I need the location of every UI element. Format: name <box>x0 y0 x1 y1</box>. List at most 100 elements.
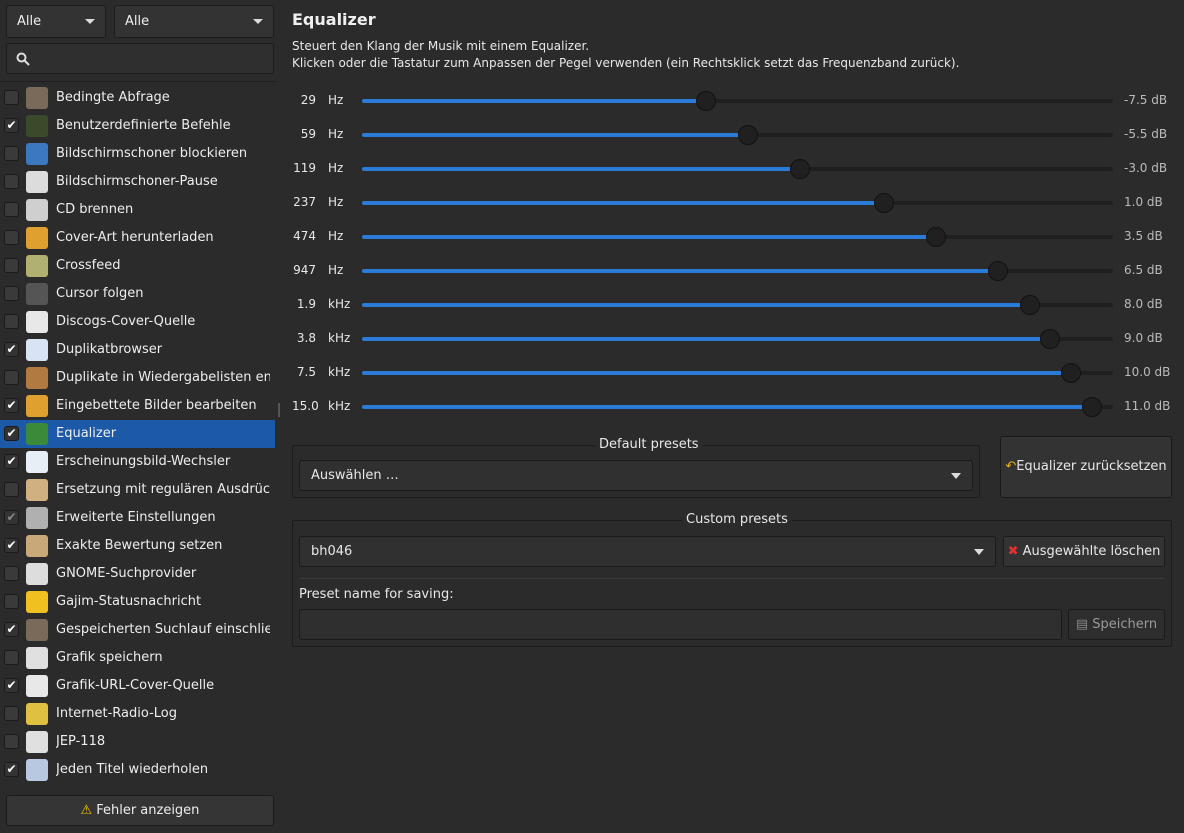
band-slider-knob[interactable] <box>926 227 946 247</box>
band-slider[interactable] <box>362 159 1113 179</box>
plugin-list-item[interactable]: Internet-Radio-Log <box>0 700 275 728</box>
band-slider-fill <box>362 405 1092 409</box>
plugin-list-item[interactable]: ✔ Erscheinungsbild-Wechsler <box>0 448 275 476</box>
equalizer-band: 947 Hz 6.5 dB <box>282 253 1184 287</box>
band-slider[interactable] <box>362 91 1113 111</box>
band-slider[interactable] <box>362 295 1113 315</box>
plugin-checkbox[interactable]: ✔ <box>4 622 19 637</box>
band-frequency: 237 <box>293 195 316 209</box>
band-slider[interactable] <box>362 125 1113 145</box>
band-slider[interactable] <box>362 397 1113 417</box>
band-slider[interactable] <box>362 193 1113 213</box>
plugin-checkbox[interactable] <box>4 174 19 189</box>
search-input[interactable] <box>6 43 274 74</box>
filter-dropdown-2-value: Alle <box>125 14 150 29</box>
plugin-list-item[interactable]: Discogs-Cover-Quelle <box>0 308 275 336</box>
band-slider[interactable] <box>362 329 1113 349</box>
list-scrollbar[interactable] <box>278 403 280 417</box>
plugin-checkbox[interactable] <box>4 230 19 245</box>
band-gain-label: 11.0 dB <box>1124 399 1171 413</box>
image-download-icon <box>26 227 48 249</box>
plugin-list-item[interactable]: CD brennen <box>0 196 275 224</box>
plugin-list-item[interactable]: Cover-Art herunterladen <box>0 224 275 252</box>
band-slider-knob[interactable] <box>738 125 758 145</box>
plugin-list-item[interactable]: Bildschirmschoner-Pause <box>0 168 275 196</box>
show-errors-button[interactable]: ⚠ Fehler anzeigen <box>6 795 274 826</box>
speaker-icon <box>26 255 48 277</box>
plugin-list-item[interactable]: ✔ Gespeicherten Suchlauf einschließ… <box>0 616 275 644</box>
band-unit: kHz <box>328 365 351 379</box>
custom-presets-select[interactable]: bh046 <box>299 536 996 567</box>
plugin-checkbox[interactable] <box>4 370 19 385</box>
plugin-list-item[interactable]: ✔ Equalizer <box>0 420 275 448</box>
plugin-checkbox[interactable]: ✔ <box>4 398 19 413</box>
plugin-list-item[interactable]: Crossfeed <box>0 252 275 280</box>
plugin-checkbox[interactable] <box>4 258 19 273</box>
default-presets-value: Auswählen … <box>311 468 399 483</box>
plugin-list-item[interactable]: ✔ Jeden Titel wiederholen <box>0 756 275 784</box>
reset-equalizer-button[interactable]: ↶Equalizer zurücksetzen <box>1000 436 1172 498</box>
delete-selected-button[interactable]: ✖ Ausgewählte löschen <box>1003 536 1165 567</box>
plugin-list-item[interactable]: Grafik speichern <box>0 644 275 672</box>
plugin-checkbox[interactable] <box>4 594 19 609</box>
plugin-checkbox[interactable]: ✔ <box>4 510 19 525</box>
plugin-list-item[interactable]: JEP-118 <box>0 728 275 756</box>
band-slider-knob[interactable] <box>1061 363 1081 383</box>
plugin-checkbox[interactable] <box>4 314 19 329</box>
plugin-checkbox[interactable]: ✔ <box>4 538 19 553</box>
plugin-checkbox[interactable] <box>4 90 19 105</box>
plugin-list-item[interactable]: ✔ Grafik-URL-Cover-Quelle <box>0 672 275 700</box>
plugin-checkbox[interactable]: ✔ <box>4 342 19 357</box>
plugin-list-item[interactable]: Ersetzung mit regulären Ausdrücken <box>0 476 275 504</box>
plugin-list: Bedingte Abfrage ✔ Benutzerdefinierte Befe… <box>0 81 275 789</box>
filter-dropdown-2[interactable]: Alle <box>114 5 274 38</box>
plugin-checkbox[interactable]: ✔ <box>4 678 19 693</box>
band-slider-knob[interactable] <box>1040 329 1060 349</box>
plugin-checkbox[interactable] <box>4 202 19 217</box>
plugin-label: Eingebettete Bilder bearbeiten <box>56 398 257 413</box>
plugin-list-item[interactable]: Duplikate in Wiedergabelisten entf… <box>0 364 275 392</box>
plugin-list-item[interactable]: ✔ Benutzerdefinierte Befehle <box>0 112 275 140</box>
plugin-list-item[interactable]: Cursor folgen <box>0 280 275 308</box>
plugin-list-item[interactable]: Bedingte Abfrage <box>0 84 275 112</box>
plugin-checkbox[interactable] <box>4 734 19 749</box>
band-gain-label: 9.0 dB <box>1124 331 1163 345</box>
plugin-list-item[interactable]: ✔ Eingebettete Bilder bearbeiten <box>0 392 275 420</box>
preset-name-field[interactable] <box>299 609 1062 640</box>
plugin-list-item[interactable]: ✔ Duplikatbrowser <box>0 336 275 364</box>
band-slider[interactable] <box>362 227 1113 247</box>
band-slider[interactable] <box>362 363 1113 383</box>
save-label: Speichern <box>1092 617 1158 632</box>
plugin-checkbox[interactable]: ✔ <box>4 762 19 777</box>
plugin-checkbox[interactable] <box>4 286 19 301</box>
band-slider-knob[interactable] <box>696 91 716 111</box>
list-icon <box>26 759 48 781</box>
plugin-checkbox[interactable] <box>4 650 19 665</box>
plugin-checkbox[interactable] <box>4 482 19 497</box>
band-slider-knob[interactable] <box>1020 295 1040 315</box>
plugin-label: Discogs-Cover-Quelle <box>56 314 196 329</box>
band-frequency: 1.9 <box>296 297 316 311</box>
band-slider-knob[interactable] <box>790 159 810 179</box>
plugin-list-item[interactable]: GNOME-Suchprovider <box>0 560 275 588</box>
plugin-list-item[interactable]: Bildschirmschoner blockieren <box>0 140 275 168</box>
filter-dropdown-1[interactable]: Alle <box>6 5 106 38</box>
plugin-checkbox[interactable]: ✔ <box>4 426 19 441</box>
plugin-checkbox[interactable]: ✔ <box>4 118 19 133</box>
band-unit: Hz <box>328 229 344 243</box>
warning-icon: ⚠ <box>80 803 93 818</box>
plugin-list-item[interactable]: Gajim-Statusnachricht <box>0 588 275 616</box>
band-slider[interactable] <box>362 261 1113 281</box>
plugin-list-item[interactable]: ✔ Exakte Bewertung setzen <box>0 532 275 560</box>
band-slider-knob[interactable] <box>988 261 1008 281</box>
band-slider-knob[interactable] <box>1082 397 1102 417</box>
default-presets-select[interactable]: Auswählen … <box>299 460 973 491</box>
band-slider-knob[interactable] <box>874 193 894 213</box>
plugin-list-item[interactable]: ✔ Erweiterte Einstellungen <box>0 504 275 532</box>
plugin-checkbox[interactable] <box>4 566 19 581</box>
default-presets-frame: Default presets Auswählen … <box>292 437 980 498</box>
save-button[interactable]: ▤ Speichern <box>1068 609 1165 640</box>
plugin-checkbox[interactable]: ✔ <box>4 454 19 469</box>
plugin-checkbox[interactable] <box>4 146 19 161</box>
plugin-checkbox[interactable] <box>4 706 19 721</box>
